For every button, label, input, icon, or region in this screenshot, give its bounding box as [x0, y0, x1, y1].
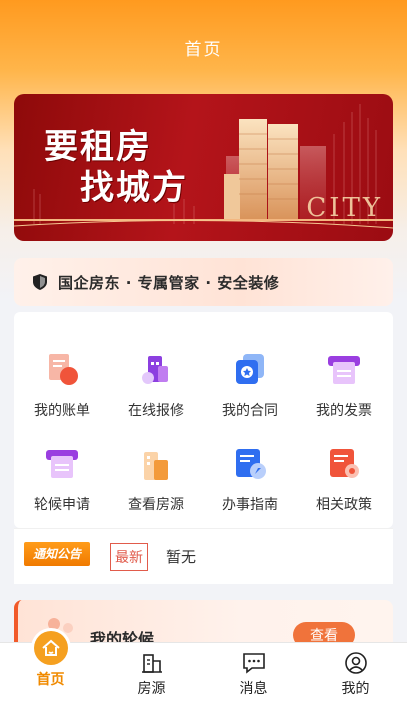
repair-icon: [142, 356, 168, 384]
tab-listings[interactable]: 房源: [101, 643, 202, 704]
services-grid: 我的账单 在线报修 我的合同 我的发票 轮候申请 查看房源 办事指南 相关政策: [14, 312, 393, 528]
grid-label: 查看房源: [128, 497, 184, 513]
grid-label: 我的发票: [316, 403, 372, 419]
tab-label: 消息: [239, 681, 268, 697]
grid-item-policy[interactable]: 相关政策: [297, 446, 391, 536]
notice-tag-label: 通知公告: [24, 541, 90, 566]
banner-headline-2: 找城方: [80, 168, 188, 208]
bottom-tab-bar: 首页 房源 消息 我的: [0, 631, 407, 704]
page-title: 首页: [184, 40, 223, 60]
grid-item-queue-apply[interactable]: 轮候申请: [15, 446, 109, 536]
grid-label: 我的合同: [222, 403, 278, 419]
tab-label: 首页: [36, 672, 65, 688]
grid-item-invoice[interactable]: 我的发票: [297, 352, 391, 442]
tab-label: 房源: [137, 681, 166, 697]
grid-item-bill[interactable]: 我的账单: [15, 352, 109, 442]
house-icon: [141, 654, 162, 673]
grid-item-repair[interactable]: 在线报修: [109, 352, 203, 442]
tab-label: 我的: [341, 681, 370, 697]
promo-banner[interactable]: 要租房 找城方 CITY: [14, 94, 393, 241]
latest-badge: 最新: [110, 542, 148, 571]
grid-label: 轮候申请: [34, 497, 90, 513]
home-icon: [33, 631, 68, 665]
tab-messages[interactable]: 消息: [203, 643, 304, 704]
notice-text: 暂无: [166, 548, 197, 566]
grid-label: 我的账单: [34, 403, 90, 419]
grid-label: 相关政策: [316, 497, 372, 513]
page-header: 首页: [0, 0, 407, 95]
contract-icon: [236, 354, 264, 384]
notice-tag: 通知公告: [24, 541, 96, 572]
building-icon: [144, 452, 168, 480]
guide-icon: [236, 449, 266, 479]
queue-apply-icon: [46, 450, 78, 478]
banner-city-text: CITY: [306, 193, 383, 223]
grid-item-listings[interactable]: 查看房源: [109, 446, 203, 536]
grid-item-guide[interactable]: 办事指南: [203, 446, 297, 536]
grid-label: 办事指南: [222, 497, 278, 513]
shield-icon: [33, 274, 47, 290]
slogan-text: 国企房东 · 专属管家 · 安全装修: [58, 273, 280, 292]
tab-home[interactable]: 首页: [0, 631, 101, 704]
notice-bar[interactable]: 通知公告 最新 暂无: [14, 528, 393, 584]
grid-item-contract[interactable]: 我的合同: [203, 352, 297, 442]
tab-mine[interactable]: 我的: [305, 643, 406, 704]
user-icon: [344, 652, 367, 674]
policy-icon: [330, 449, 359, 478]
bill-icon: [49, 354, 78, 385]
message-icon: [242, 653, 265, 674]
invoice-icon: [328, 356, 360, 384]
grid-label: 在线报修: [128, 403, 184, 419]
slogan-card: 国企房东 · 专属管家 · 安全装修: [14, 258, 393, 306]
